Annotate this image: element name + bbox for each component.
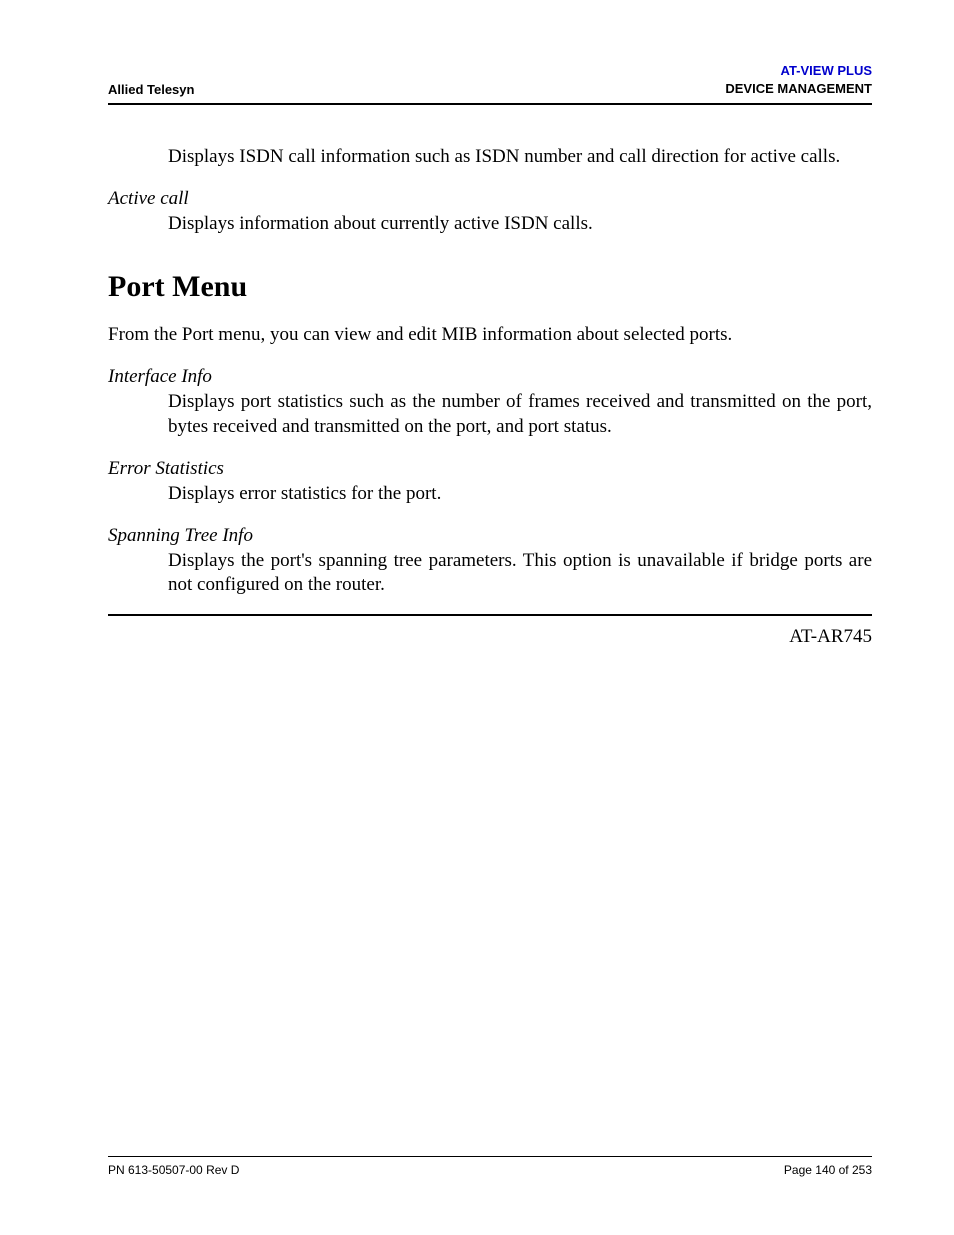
content-area: Displays ISDN call information such as I… — [108, 105, 872, 648]
term-spanning-tree-info: Spanning Tree Info — [108, 525, 872, 547]
page-footer: PN 613-50507-00 Rev D Page 140 of 253 — [108, 1156, 872, 1177]
footer-right: Page 140 of 253 — [784, 1163, 872, 1177]
term-error-statistics: Error Statistics — [108, 458, 872, 480]
desc-spanning-tree-info: Displays the port's spanning tree parame… — [168, 549, 872, 598]
header-left: Allied Telesyn — [108, 82, 194, 97]
term-interface-info: Interface Info — [108, 366, 872, 388]
footer-left: PN 613-50507-00 Rev D — [108, 1163, 239, 1177]
model-label: AT-AR745 — [108, 626, 872, 648]
header-section: DEVICE MANAGEMENT — [725, 80, 872, 98]
section-heading: Port Menu — [108, 270, 872, 304]
desc-interface-info: Displays port statistics such as the num… — [168, 390, 872, 439]
page-header: Allied Telesyn AT-VIEW PLUS DEVICE MANAG… — [108, 62, 872, 105]
intro-paragraph: Displays ISDN call information such as I… — [168, 145, 872, 170]
header-product: AT-VIEW PLUS — [725, 62, 872, 80]
page: Allied Telesyn AT-VIEW PLUS DEVICE MANAG… — [0, 0, 954, 1235]
desc-active-call: Displays information about currently act… — [168, 212, 872, 237]
term-active-call: Active call — [108, 188, 872, 210]
header-right: AT-VIEW PLUS DEVICE MANAGEMENT — [725, 62, 872, 97]
desc-error-statistics: Displays error statistics for the port. — [168, 482, 872, 507]
section-divider — [108, 614, 872, 616]
section-intro: From the Port menu, you can view and edi… — [108, 324, 872, 346]
